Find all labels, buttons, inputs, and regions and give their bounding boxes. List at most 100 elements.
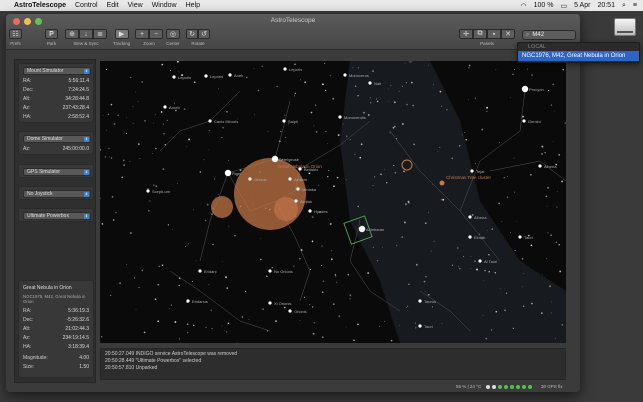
menu-view[interactable]: View — [128, 2, 143, 9]
dome-select[interactable]: Dome Simulator ⇕ — [23, 135, 91, 143]
search-result-item[interactable]: NGC1976, M42, Great Nebula in Orion — [518, 51, 639, 61]
named-star[interactable] — [163, 105, 167, 109]
named-star[interactable] — [283, 67, 287, 71]
sync-down-button[interactable]: ↓ — [79, 29, 93, 39]
named-star[interactable] — [198, 269, 202, 273]
named-star[interactable] — [518, 235, 522, 239]
center-label: Center — [166, 41, 180, 46]
mount-select[interactable]: Mount Simulator ⇕ — [23, 67, 91, 75]
menu-control[interactable]: Control — [75, 2, 98, 9]
star — [121, 176, 123, 179]
named-star[interactable] — [248, 177, 252, 181]
named-star[interactable] — [296, 187, 300, 191]
named-star[interactable] — [343, 73, 347, 77]
panel-storage-button[interactable]: ▪ — [487, 29, 501, 39]
menu-window[interactable]: Window — [152, 2, 177, 9]
named-star[interactable] — [358, 225, 366, 233]
park-button[interactable]: P — [45, 29, 58, 39]
named-star[interactable] — [521, 85, 529, 93]
tracking-button[interactable]: ▶ — [114, 29, 129, 39]
power-select[interactable]: Ultimate Powerbox ⇕ — [23, 212, 91, 220]
named-star[interactable] — [268, 301, 272, 305]
wifi-icon[interactable]: ◠ — [521, 2, 527, 10]
named-star[interactable] — [268, 269, 272, 273]
sky-map-canvas[interactable]: Great Nebula in Orion Christmas Tree clu… — [100, 61, 566, 343]
star — [424, 290, 426, 292]
sync-button[interactable]: ≣ — [93, 29, 107, 39]
named-star[interactable] — [418, 324, 422, 328]
date-text[interactable]: 5 Apr — [574, 2, 590, 9]
named-star[interactable] — [468, 235, 472, 239]
star — [192, 209, 194, 211]
star — [491, 329, 493, 331]
menu-edit[interactable]: Edit — [107, 2, 119, 9]
named-star[interactable] — [478, 259, 482, 263]
named-star[interactable] — [186, 299, 190, 303]
rotate-cw-button[interactable]: ↻ — [186, 29, 198, 39]
control-center-icon[interactable]: ≡ — [633, 2, 637, 9]
zoom-out-button[interactable]: − — [149, 29, 163, 39]
sky-map[interactable]: Great Nebula in Orion Christmas Tree clu… — [100, 61, 566, 343]
xmas-tree-marker[interactable] — [439, 180, 445, 186]
star — [138, 286, 140, 289]
star — [389, 132, 391, 134]
star — [132, 106, 134, 107]
battery-text[interactable]: 100 % — [534, 2, 554, 9]
hard-drive-icon[interactable] — [611, 12, 639, 42]
named-star[interactable] — [308, 209, 312, 213]
rotate-ccw-button[interactable]: ↺ — [198, 29, 210, 39]
named-star[interactable] — [208, 119, 212, 123]
star — [186, 244, 188, 246]
mount-select-value: Mount Simulator — [27, 68, 64, 74]
named-star[interactable] — [228, 73, 232, 77]
spotlight-icon[interactable]: ⌕ — [622, 2, 626, 10]
star — [162, 168, 165, 170]
named-star[interactable] — [538, 164, 542, 168]
gps-select[interactable]: GPS Simulator ⇕ — [23, 168, 91, 176]
nebula-marker[interactable] — [211, 196, 233, 218]
slew-button[interactable]: ⊕ — [65, 29, 79, 39]
copy-icon: ⧉ — [477, 30, 483, 37]
menu-app-name[interactable]: AstroTelescope — [14, 2, 66, 9]
nebula-marker[interactable] — [274, 197, 298, 221]
star — [303, 296, 306, 299]
star — [311, 240, 314, 243]
panel-dome-button[interactable]: ⧉ — [473, 29, 487, 39]
named-star[interactable] — [298, 167, 302, 171]
named-star[interactable] — [146, 189, 150, 193]
named-star[interactable] — [368, 81, 372, 85]
named-star[interactable] — [468, 215, 472, 219]
star — [178, 71, 179, 72]
named-star[interactable] — [271, 155, 279, 163]
star — [174, 321, 177, 323]
joystick-select[interactable]: No Joystick ⇕ — [23, 190, 91, 198]
menu-help[interactable]: Help — [186, 2, 200, 9]
center-button[interactable]: ◎ — [166, 29, 180, 39]
star — [358, 220, 360, 222]
search-field[interactable]: ⌕ M42 — [522, 30, 576, 40]
park-label: Park — [46, 41, 57, 46]
named-star[interactable] — [418, 299, 422, 303]
clock-text[interactable]: 20:51 — [597, 2, 615, 9]
star — [376, 259, 379, 262]
named-star[interactable] — [470, 169, 474, 173]
star-label: Leporis — [178, 75, 191, 80]
dome-row: Az: 245:00:00.0 — [23, 145, 89, 153]
named-star[interactable] — [288, 177, 292, 181]
named-star[interactable] — [282, 119, 286, 123]
named-star[interactable] — [294, 199, 298, 203]
star — [486, 110, 488, 112]
named-star[interactable] — [288, 309, 292, 313]
star — [321, 245, 323, 247]
named-star[interactable] — [522, 119, 526, 123]
zoom-in-button[interactable]: + — [135, 29, 149, 39]
named-star[interactable] — [172, 75, 176, 79]
named-star[interactable] — [204, 74, 208, 78]
panel-tools-button[interactable]: ✕ — [501, 29, 515, 39]
prefs-button[interactable]: ☷ — [9, 29, 22, 39]
panel-mount-button[interactable]: ✛ — [459, 29, 473, 39]
named-star[interactable] — [224, 169, 232, 177]
star — [374, 176, 376, 178]
star — [352, 67, 354, 69]
named-star[interactable] — [338, 115, 342, 119]
